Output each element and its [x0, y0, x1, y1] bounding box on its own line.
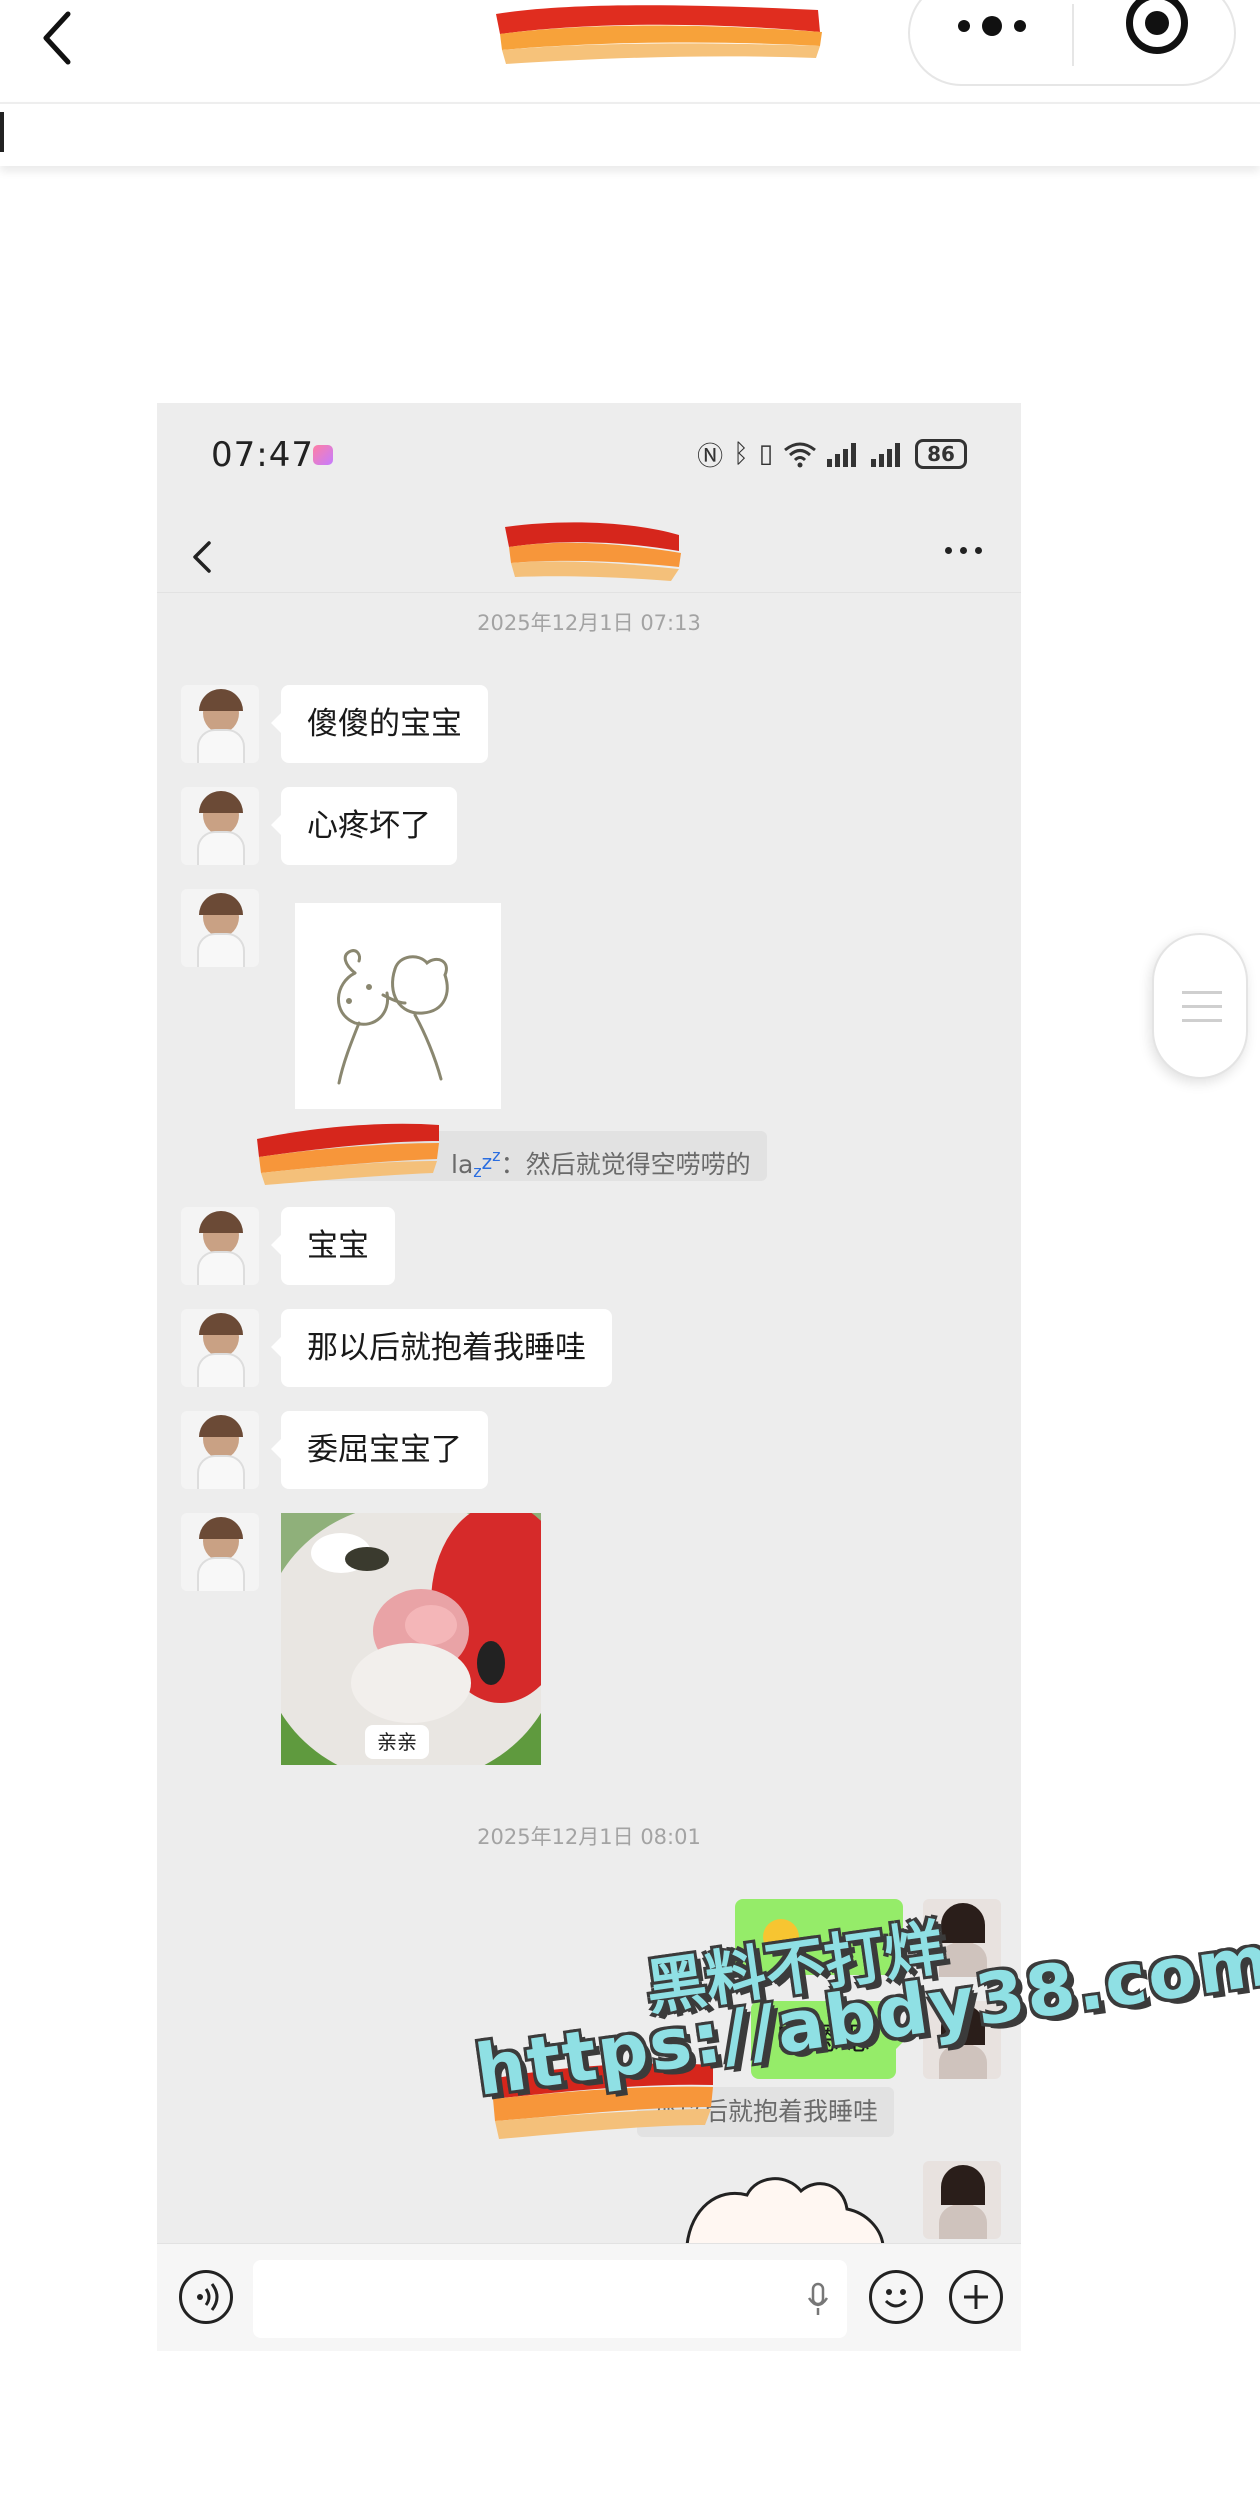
floating-menu-handle[interactable] — [1152, 933, 1248, 1079]
status-bar: 07:47 Ⓝ ᛒ ▯ 86 — [157, 403, 1021, 513]
top-navigation-bar — [0, 0, 1260, 102]
redaction-scribble — [505, 522, 681, 581]
signal-icon — [827, 441, 861, 467]
close-miniprogram-icon[interactable] — [1126, 0, 1188, 54]
my-avatar[interactable] — [923, 2161, 1001, 2239]
zzz-icon-2: z — [481, 1150, 493, 1174]
address-bar[interactable] — [0, 102, 1260, 166]
more-options-icon[interactable] — [958, 12, 1030, 42]
message-input[interactable] — [253, 2260, 847, 2338]
sticker-message[interactable] — [677, 2169, 907, 2245]
zzz-icon-3: z — [492, 1146, 501, 1165]
contact-avatar[interactable] — [181, 889, 259, 967]
wifi-icon — [784, 442, 816, 468]
chat-header — [157, 513, 1021, 593]
redaction-scribble — [257, 1123, 439, 1185]
capsule-divider — [1072, 4, 1074, 66]
app-badge-icon — [313, 445, 333, 465]
vibrate-icon: ▯ — [758, 439, 773, 469]
status-icons: Ⓝ ᛒ ▯ 86 — [697, 437, 967, 472]
text-caret — [0, 112, 4, 152]
microphone-icon[interactable] — [807, 2282, 829, 2316]
chat-more-icon[interactable] — [945, 545, 985, 557]
contact-avatar[interactable] — [181, 1207, 259, 1285]
redaction-scribble — [496, 5, 822, 64]
message-bubble[interactable]: 那以后就抱着我睡哇 — [271, 1309, 612, 1387]
add-attachment-icon[interactable] — [949, 2270, 1003, 2324]
battery-icon: 86 — [915, 439, 967, 469]
hug-sticker-drawing — [337, 949, 449, 1085]
signal-icon-2 — [871, 441, 905, 467]
mini-program-capsule — [908, 0, 1236, 86]
cat-kiss-sticker[interactable]: 亲亲 — [281, 1513, 541, 1765]
chat-timestamp: 2025年12月1日 07:13 — [477, 611, 701, 635]
contact-avatar[interactable] — [181, 685, 259, 763]
sticker-caption: 亲亲 — [365, 1725, 429, 1759]
quote-sender-fragment: la — [451, 1150, 474, 1179]
message-bubble[interactable]: 宝宝 — [271, 1207, 395, 1285]
hug-sticker[interactable] — [295, 903, 501, 1109]
quote-text: ：然后就觉得空唠唠的 — [500, 1150, 751, 1179]
emoji-picker-icon[interactable] — [869, 2270, 923, 2324]
contact-avatar[interactable] — [181, 1309, 259, 1387]
contact-avatar[interactable] — [181, 787, 259, 865]
voice-mode-icon[interactable] — [179, 2270, 233, 2324]
message-bubble[interactable]: 傻傻的宝宝 — [271, 685, 488, 763]
zzz-icon: z — [473, 1162, 482, 1181]
message-bubble[interactable]: 心疼坏了 — [271, 787, 457, 865]
cartoon-sticker — [685, 2177, 885, 2245]
back-arrow-icon[interactable] — [40, 8, 80, 68]
contact-avatar[interactable] — [181, 1513, 259, 1591]
chat-input-bar — [157, 2243, 1021, 2351]
chat-back-icon[interactable] — [187, 537, 217, 577]
bluetooth-icon: ᛒ — [733, 439, 749, 469]
nfc-icon: Ⓝ — [697, 441, 724, 472]
status-time: 07:47 — [211, 435, 314, 475]
contact-avatar[interactable] — [181, 1411, 259, 1489]
message-bubble[interactable]: 委屈宝宝了 — [271, 1411, 488, 1489]
chat-timestamp: 2025年12月1日 08:01 — [477, 1825, 701, 1849]
